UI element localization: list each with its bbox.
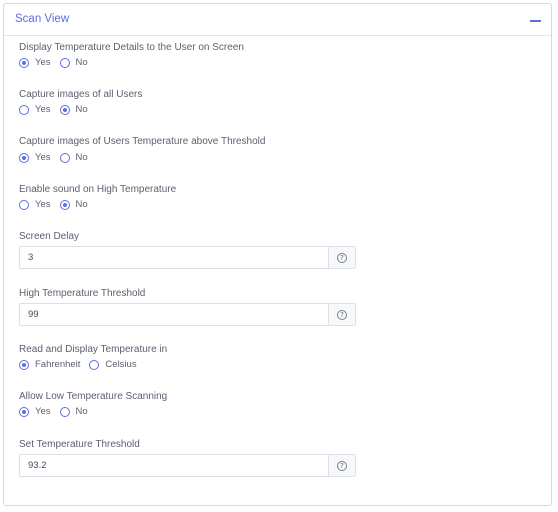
radio-unchecked-icon <box>19 199 29 210</box>
radio-checked-icon <box>59 199 70 210</box>
radio-label: No <box>75 406 88 417</box>
capture-above-no-radio[interactable]: No <box>59 152 88 163</box>
sound-high-no-radio[interactable]: No <box>59 199 88 210</box>
set-threshold-input-group: ? <box>19 454 356 477</box>
question-circle-icon: ? <box>337 309 347 320</box>
high-threshold-label: High Temperature Threshold <box>19 288 146 299</box>
sound-high-label: Enable sound on High Temperature <box>19 184 177 195</box>
radio-checked-icon <box>19 152 29 163</box>
screen-delay-help-addon[interactable]: ? <box>328 247 355 268</box>
radio-unchecked-icon <box>19 104 29 115</box>
low-scan-radio-group: Yes No <box>19 405 97 418</box>
radio-checked-icon <box>19 57 29 68</box>
radio-label: Celsius <box>105 359 137 370</box>
screen-delay-input[interactable] <box>20 247 328 268</box>
display-temp-label: Display Temperature Details to the User … <box>19 42 244 53</box>
screen-delay-input-group: ? <box>19 246 356 269</box>
radio-label: Fahrenheit <box>35 359 81 370</box>
question-circle-icon: ? <box>337 252 347 263</box>
low-scan-label: Allow Low Temperature Scanning <box>19 391 168 402</box>
capture-all-yes-radio[interactable]: Yes <box>19 104 51 115</box>
capture-all-label: Capture images of all Users <box>19 89 143 100</box>
high-threshold-input-group: ? <box>19 303 356 326</box>
display-temp-radio-group: Yes No <box>19 56 97 69</box>
radio-label: No <box>75 104 88 115</box>
high-threshold-help-addon[interactable]: ? <box>328 304 355 325</box>
radio-checked-icon <box>59 104 70 115</box>
radio-unchecked-icon <box>89 359 100 370</box>
screen-delay-label: Screen Delay <box>19 231 80 242</box>
radio-unchecked-icon <box>59 406 70 417</box>
sound-high-yes-radio[interactable]: Yes <box>19 199 51 210</box>
fahrenheit-radio[interactable]: Fahrenheit <box>19 359 80 370</box>
radio-checked-icon <box>19 359 29 370</box>
radio-checked-icon <box>19 406 29 417</box>
capture-above-label: Capture images of Users Temperature abov… <box>19 136 266 147</box>
temp-unit-label: Read and Display Temperature in <box>19 344 168 355</box>
panel-header[interactable]: Scan View <box>4 4 551 36</box>
radio-label: Yes <box>35 199 51 210</box>
display-temp-no-radio[interactable]: No <box>59 57 88 68</box>
display-temp-yes-radio[interactable]: Yes <box>19 57 51 68</box>
scan-view-panel: Scan View Display Temperature Details to… <box>3 3 552 506</box>
radio-label: No <box>75 57 88 68</box>
question-circle-icon: ? <box>337 460 347 471</box>
radio-unchecked-icon <box>59 57 70 68</box>
minus-icon[interactable] <box>529 14 543 26</box>
radio-label: No <box>75 152 88 163</box>
capture-above-yes-radio[interactable]: Yes <box>19 152 51 163</box>
panel-title: Scan View <box>15 13 70 25</box>
radio-unchecked-icon <box>59 152 70 163</box>
radio-label: Yes <box>35 57 51 68</box>
set-threshold-label: Set Temperature Threshold <box>19 439 140 450</box>
low-scan-no-radio[interactable]: No <box>59 406 88 417</box>
sound-high-radio-group: Yes No <box>19 198 97 211</box>
high-threshold-input[interactable] <box>20 304 328 325</box>
radio-label: No <box>75 199 88 210</box>
celsius-radio[interactable]: Celsius <box>89 359 137 370</box>
set-threshold-help-addon[interactable]: ? <box>328 455 355 476</box>
capture-above-radio-group: Yes No <box>19 151 97 164</box>
radio-label: Yes <box>35 152 51 163</box>
radio-label: Yes <box>35 104 51 115</box>
capture-all-radio-group: Yes No <box>19 103 97 116</box>
temp-unit-radio-group: Fahrenheit Celsius <box>19 358 146 371</box>
low-scan-yes-radio[interactable]: Yes <box>19 406 51 417</box>
set-threshold-input[interactable] <box>20 455 328 476</box>
capture-all-no-radio[interactable]: No <box>59 104 88 115</box>
radio-label: Yes <box>35 406 51 417</box>
